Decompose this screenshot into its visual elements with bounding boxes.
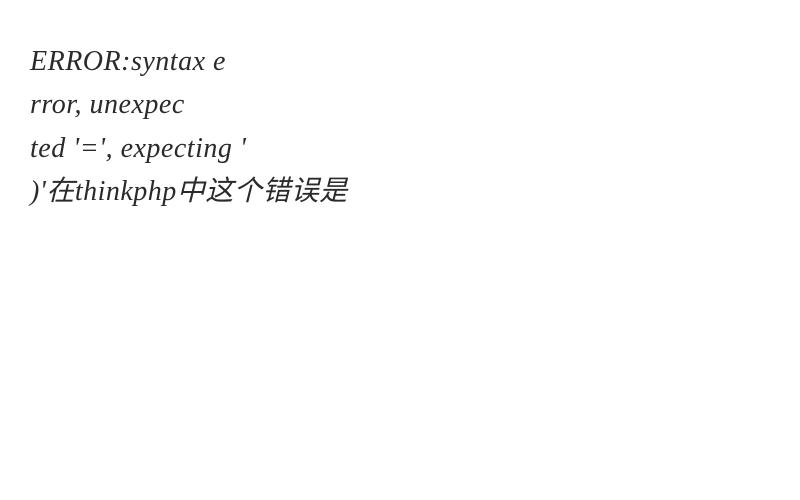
error-text-line-3: ted '=', expecting ' [30, 133, 246, 164]
error-text-line-4: )'在thinkphp中这个错误是 [30, 176, 348, 207]
error-text-line-2: rror, unexpec [30, 89, 185, 120]
error-text-line-1: ERROR:syntax e [30, 46, 226, 77]
error-message-block: ERROR:syntax e rror, unexpec ted '=', ex… [30, 40, 770, 214]
